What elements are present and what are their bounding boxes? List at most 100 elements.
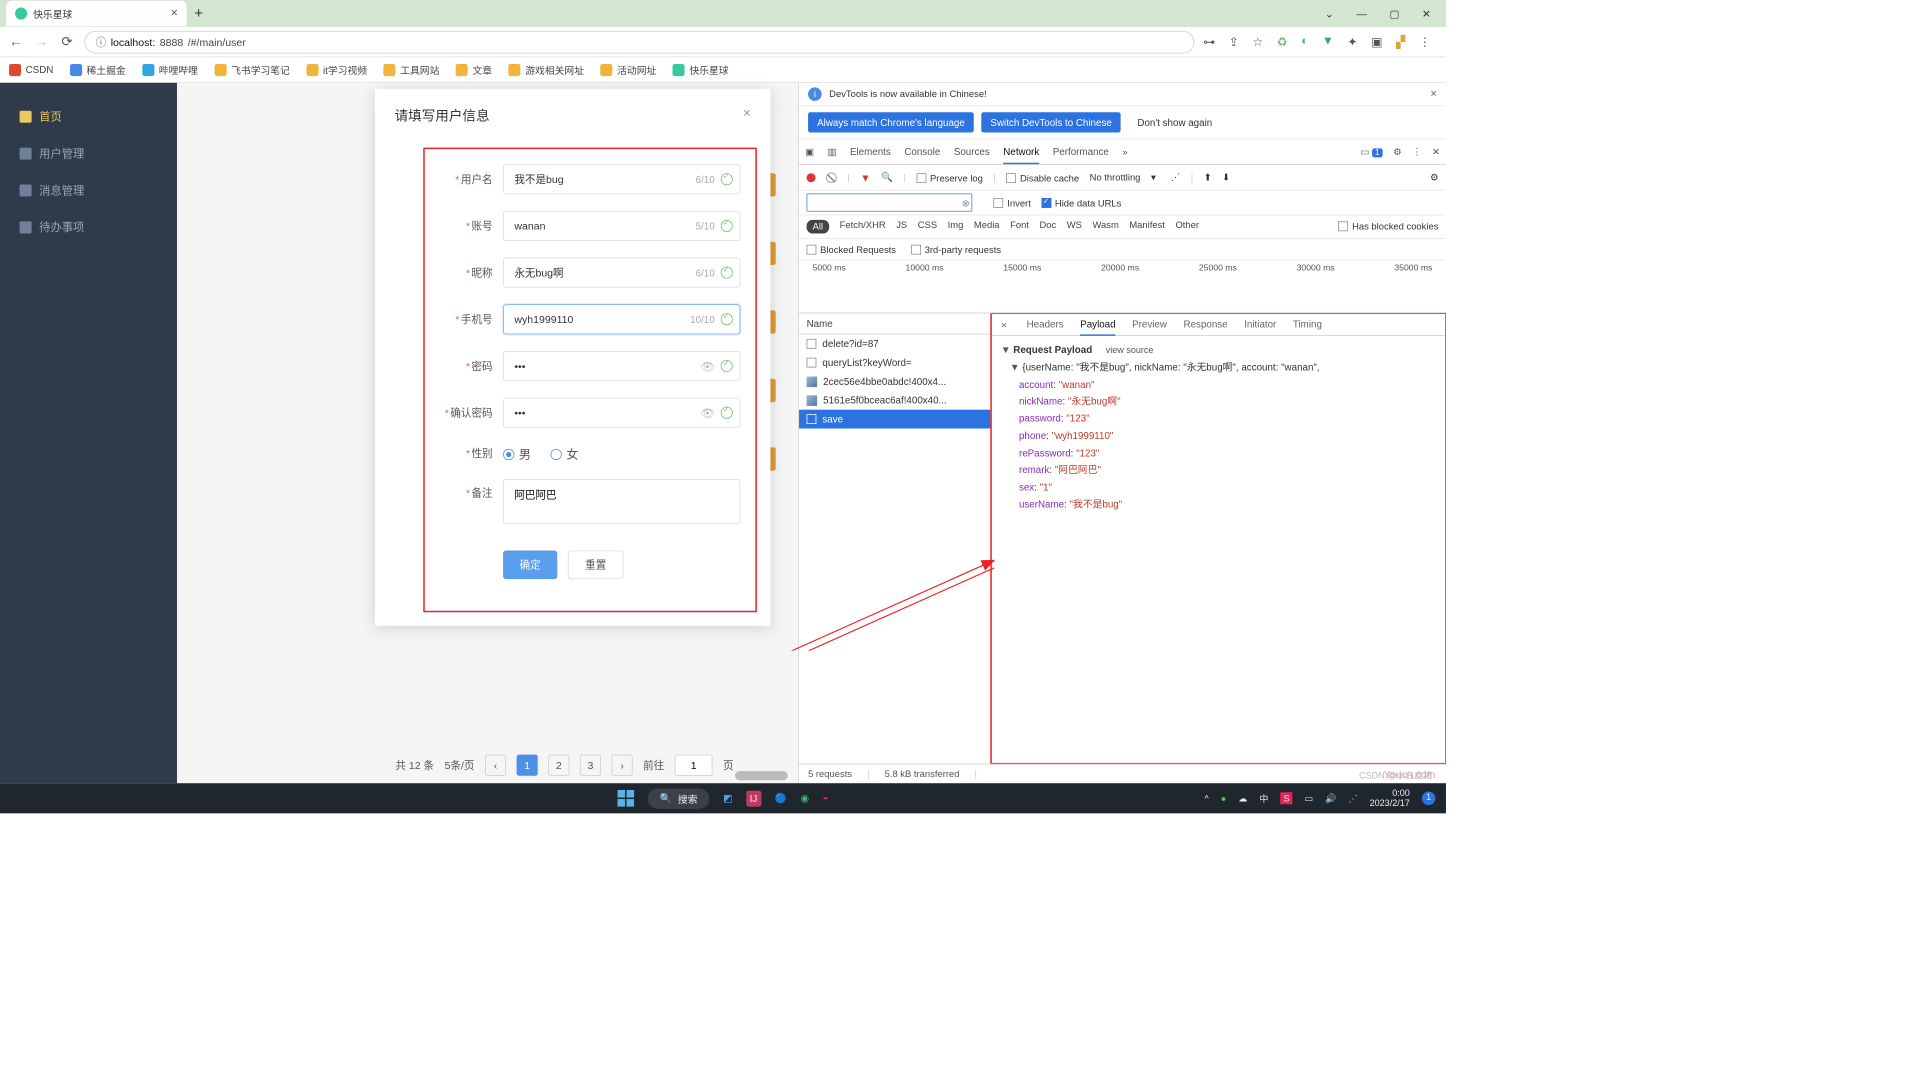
chrome-icon[interactable]: 🔵 [775,792,787,804]
forward-button[interactable]: → [33,34,50,50]
remark-input[interactable] [503,479,740,524]
type-tab[interactable]: Other [1175,220,1199,234]
bookmark-item[interactable]: 飞书学习笔记 [215,63,290,77]
type-tab[interactable]: Img [948,220,964,234]
chevron-down-icon[interactable]: ▾ [1151,172,1156,183]
bookmark-item[interactable]: 工具网站 [384,63,440,77]
tab-performance[interactable]: Performance [1053,146,1109,157]
close-tab-icon[interactable]: × [171,7,178,21]
request-item[interactable]: delete?id=87 [799,334,990,353]
has-blocked-checkbox[interactable]: Has blocked cookies [1339,220,1439,234]
issues-icon[interactable]: ▭ 1 [1360,146,1382,157]
detail-tab[interactable]: Preview [1132,319,1167,331]
app-icon[interactable]: ◓ [822,793,828,804]
close-window-icon[interactable]: ✕ [1422,7,1431,20]
disable-cache-checkbox[interactable]: Disable cache [1006,171,1079,183]
submit-button[interactable]: 确定 [503,551,557,580]
windows-start-icon[interactable] [618,790,635,807]
share-icon[interactable]: ⇪ [1229,34,1239,49]
type-tab[interactable]: Fetch/XHR [840,220,886,234]
type-tab[interactable]: Font [1010,220,1029,234]
btn-switch-lang[interactable]: Switch DevTools to Chinese [981,112,1120,132]
tray-wifi-icon[interactable]: ⋰ [1349,793,1358,804]
radio-female[interactable]: 女 [551,444,579,462]
vue-icon[interactable]: ▼ [1322,34,1334,49]
bookmark-item[interactable]: 游戏相关网址 [509,63,584,77]
filter-icon[interactable]: ▼ [860,171,870,183]
vscode-icon[interactable]: ◩ [723,792,732,804]
notification-icon[interactable]: 1 [1422,792,1436,806]
upload-icon[interactable]: ⬆ [1204,172,1212,183]
btn-always-match[interactable]: Always match Chrome's language [808,112,974,132]
blocked-requests-checkbox[interactable]: Blocked Requests [807,243,896,255]
tray-sogou-icon[interactable]: S [1280,792,1292,804]
new-tab-button[interactable]: + [194,5,203,22]
tab-console[interactable]: Console [904,146,940,157]
tray-battery-icon[interactable]: ▭ [1305,793,1314,804]
request-item[interactable]: 2cec56e4bbe0abdc!400x4... [799,372,990,391]
record-icon[interactable] [807,173,816,182]
maximize-icon[interactable]: ▢ [1389,7,1399,20]
tray-cloud-icon[interactable]: ☁ [1238,793,1247,804]
bookmark-item[interactable]: it学习视频 [306,63,367,77]
gear-icon[interactable]: ⚙ [1393,146,1401,157]
type-tab[interactable]: Manifest [1129,220,1165,234]
eye-icon[interactable]: 👁 [700,360,714,374]
close-devtools-icon[interactable]: ✕ [1432,146,1440,157]
device-icon[interactable]: ▥ [828,146,837,157]
kebab-icon[interactable]: ⋮ [1412,146,1421,157]
type-tab[interactable]: JS [896,220,907,234]
browser-tab[interactable]: 快乐星球 × [6,1,187,27]
type-tab[interactable]: Doc [1039,220,1056,234]
type-tab[interactable]: CSS [918,220,937,234]
reset-button[interactable]: 重置 [568,551,624,580]
bookmark-item[interactable]: 文章 [456,63,492,77]
url-input[interactable]: ⓘ localhost:8888/#/main/user [84,31,1194,54]
bookmark-item[interactable]: 稀土掘金 [70,63,126,77]
info-icon[interactable]: ⓘ [96,34,107,49]
tray-wechat-icon[interactable]: ● [1221,793,1226,804]
download-icon[interactable]: ⬇ [1222,172,1230,183]
type-tab[interactable]: WS [1067,220,1082,234]
type-tab[interactable]: All [807,220,830,234]
bookmark-item[interactable]: 哔哩哔哩 [142,63,198,77]
back-button[interactable]: ← [8,34,25,50]
key-icon[interactable]: ⊶ [1203,34,1215,49]
modal-close-icon[interactable]: × [743,105,751,121]
clear-icon[interactable] [826,172,837,183]
search-icon[interactable]: 🔍 [881,172,893,183]
tray-chevron-icon[interactable]: ^ [1205,793,1209,804]
request-item[interactable]: 5161e5f0bceac6af!400x40... [799,391,990,410]
detail-tab[interactable]: Response [1184,319,1228,331]
wifi-icon[interactable]: ⋰ [1171,172,1180,183]
request-item[interactable]: save [799,410,990,429]
detail-tab[interactable]: Payload [1080,319,1115,336]
bookmark-item[interactable]: 快乐星球 [673,63,729,77]
sidebar-item[interactable]: 待办事项 [0,209,177,246]
clock-date[interactable]: 2023/2/17 [1370,798,1410,809]
clear-filter-icon[interactable]: ⊗ [962,197,970,208]
hide-data-urls-checkbox[interactable]: Hide data URLs [1041,197,1121,209]
close-detail-icon[interactable]: × [1001,319,1007,331]
edge-icon[interactable]: ◉ [800,792,809,804]
reload-button[interactable]: ⟳ [59,34,76,50]
paint-icon[interactable]: ▞ [1396,34,1405,49]
request-item[interactable]: queryList?keyWord= [799,353,990,372]
chevron-down-icon[interactable]: ⌄ [1325,7,1334,20]
puzzle-icon[interactable]: ✦ [1347,34,1357,49]
sidebar-item[interactable]: 消息管理 [0,172,177,209]
box-icon[interactable]: ▣ [1371,34,1382,49]
tray-volume-icon[interactable]: 🔊 [1325,793,1336,804]
taskbar-search[interactable]: 🔍 搜索 [648,788,710,808]
inspect-icon[interactable]: ▣ [805,146,814,157]
thirdparty-checkbox[interactable]: 3rd-party requests [911,243,1001,255]
detail-tab[interactable]: Timing [1293,319,1322,331]
intellij-icon[interactable]: IJ [746,790,761,806]
tab-network[interactable]: Network [1003,146,1039,164]
eye-icon[interactable]: 👁 [700,407,714,421]
tab-sources[interactable]: Sources [954,146,990,157]
tray-ime-icon[interactable]: 中 [1259,792,1268,805]
network-timeline[interactable]: 5000 ms10000 ms15000 ms20000 ms25000 ms3… [799,261,1446,314]
preserve-log-checkbox[interactable]: Preserve log [916,171,982,183]
sidebar-item[interactable]: 首页 [0,98,177,135]
